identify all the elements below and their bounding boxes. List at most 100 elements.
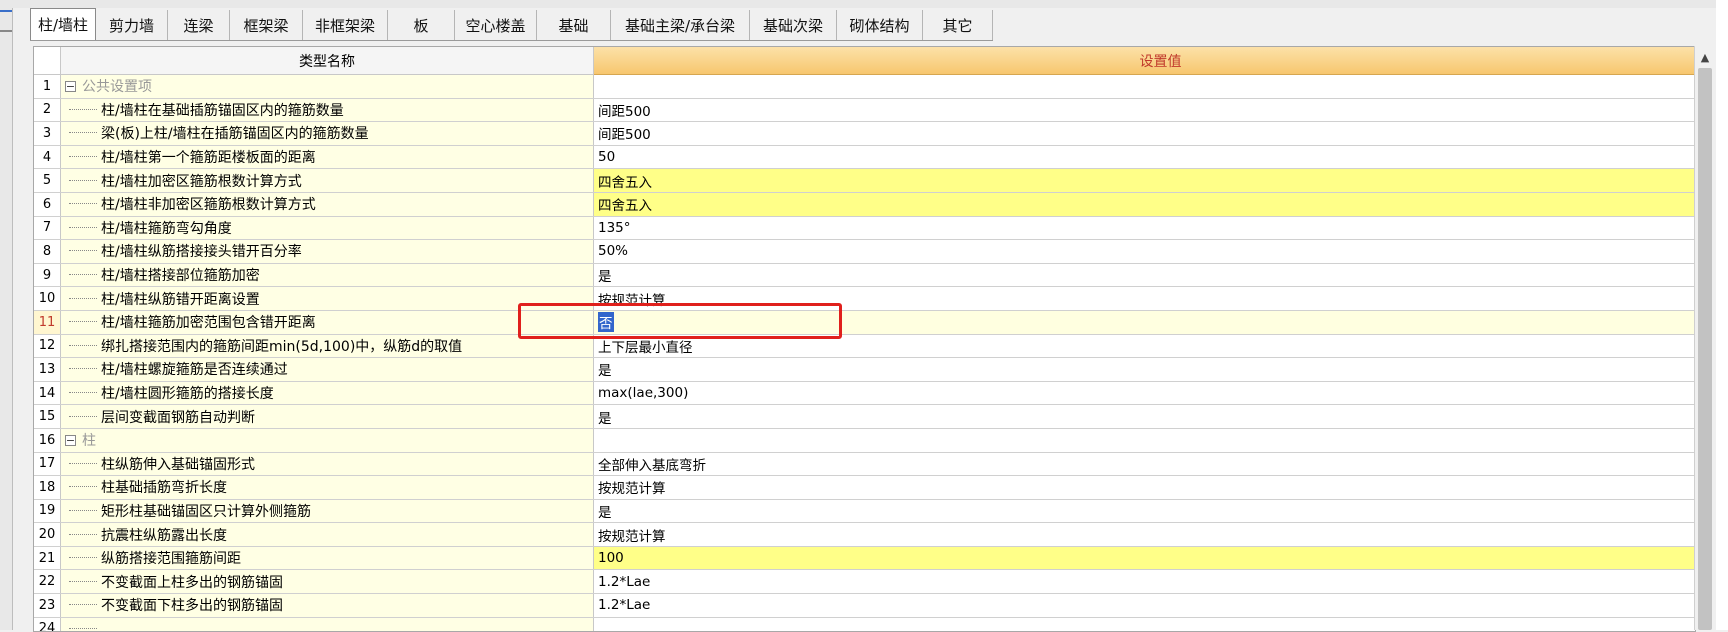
value-combobox[interactable]: 否⌵ xyxy=(594,310,1695,334)
row-type-name: 柱/墙柱纵筋错开距离设置 xyxy=(61,287,594,310)
row-value[interactable] xyxy=(594,429,1695,452)
row-type-name: 柱/墙柱搭接部位箍筋加密 xyxy=(61,263,594,287)
row-type-name: 矩形柱基础锚固区只计算外侧箍筋 xyxy=(61,499,594,523)
table-row[interactable]: 17 柱纵筋伸入基础锚固形式 全部伸入基底弯折 xyxy=(34,452,1695,477)
tab-0[interactable]: 柱/墙柱 xyxy=(30,8,96,40)
row-value[interactable] xyxy=(594,75,1695,98)
row-type-name: 柱/墙柱第一个箍筋距楼板面的距离 xyxy=(61,145,594,169)
row-number: 18 xyxy=(34,476,61,499)
table-row[interactable]: 5 柱/墙柱加密区箍筋根数计算方式 四舍五入 xyxy=(34,169,1695,193)
row-type-name: 柱/墙柱在基础插筋锚固区内的箍筋数量 xyxy=(61,98,594,122)
tab-7[interactable]: 基础 xyxy=(537,10,611,40)
collapse-icon[interactable]: − xyxy=(65,434,76,446)
table-row[interactable]: 22 不变截面上柱多出的钢筋锚固 1.2*Lae xyxy=(34,570,1695,595)
tree-connector xyxy=(69,462,97,465)
tab-6[interactable]: 空心楼盖 xyxy=(455,10,537,40)
row-number: 20 xyxy=(34,523,61,546)
edge-marker xyxy=(0,30,12,32)
row-value[interactable]: 是 xyxy=(594,358,1695,381)
row-value[interactable]: 按规范计算 xyxy=(594,476,1695,499)
row-value[interactable]: 135° xyxy=(594,217,1695,240)
value-text: max(lae,300) xyxy=(598,385,689,402)
table-row[interactable]: 6 柱/墙柱非加密区箍筋根数计算方式 四舍五入 xyxy=(34,192,1695,217)
tab-3[interactable]: 框架梁 xyxy=(230,10,303,40)
scrollbar-thumb[interactable] xyxy=(1698,68,1712,630)
row-value[interactable]: 按规范计算 xyxy=(594,287,1695,310)
row-type-name: 抗震柱纵筋露出长度 xyxy=(61,523,594,546)
table-row[interactable]: 11 柱/墙柱箍筋加密范围包含错开距离 否⌵ xyxy=(34,310,1695,335)
row-number: 3 xyxy=(34,122,61,145)
row-number: 21 xyxy=(34,546,61,570)
row-value[interactable]: 四舍五入 xyxy=(594,192,1695,216)
group-row[interactable]: 16− 柱 xyxy=(34,428,1695,453)
tab-11[interactable]: 其它 xyxy=(923,10,993,40)
row-value[interactable]: 间距500 xyxy=(594,99,1695,122)
tab-4[interactable]: 非框架梁 xyxy=(303,10,388,40)
column-header-value[interactable]: 设置值 xyxy=(594,47,1695,75)
row-value[interactable]: 是 xyxy=(594,264,1695,287)
tree-connector xyxy=(69,132,97,134)
row-label: 柱基础插筋弯折长度 xyxy=(101,480,227,497)
table-row[interactable]: 14 柱/墙柱圆形箍筋的搭接长度 max(lae,300) xyxy=(34,381,1695,406)
row-number: 2 xyxy=(34,98,61,122)
scroll-up-icon[interactable]: ▲ xyxy=(1697,50,1713,64)
row-type-name: 柱/墙柱箍筋加密范围包含错开距离 xyxy=(61,310,594,334)
vertical-scrollbar[interactable]: ▲ xyxy=(1694,46,1715,630)
tab-9[interactable]: 基础次梁 xyxy=(750,10,837,40)
value-text: 是 xyxy=(598,363,612,380)
tab-5[interactable]: 板 xyxy=(388,10,455,40)
table-row[interactable]: 8 柱/墙柱纵筋搭接接头错开百分率 50% xyxy=(34,240,1695,264)
tree-connector xyxy=(69,274,97,276)
tab-2[interactable]: 连梁 xyxy=(168,10,230,40)
tab-1[interactable]: 剪力墙 xyxy=(96,10,168,40)
row-value[interactable]: 是 xyxy=(594,405,1695,428)
table-row[interactable]: 23 不变截面下柱多出的钢筋锚固 1.2*Lae xyxy=(34,594,1695,618)
row-value[interactable]: 50% xyxy=(594,240,1695,263)
table-row[interactable]: 19 矩形柱基础锚固区只计算外侧箍筋 是 xyxy=(34,499,1695,524)
row-value[interactable]: 是 xyxy=(594,500,1695,523)
table-row[interactable]: 7 柱/墙柱箍筋弯勾角度 135° xyxy=(34,216,1695,241)
grid-rows: 1− 公共设置项 2 柱/墙柱在基础插筋锚固区内的箍筋数量 间距500 3 梁(板)上柱/墙… xyxy=(34,75,1695,631)
row-value[interactable]: max(lae,300) xyxy=(594,382,1695,405)
row-number: 22 xyxy=(34,570,61,594)
row-value[interactable]: 按规范计算 xyxy=(594,523,1695,546)
table-row[interactable]: 20 抗震柱纵筋露出长度 按规范计算 xyxy=(34,523,1695,547)
tree-connector xyxy=(69,297,97,300)
category-tabbar: 柱/墙柱 剪力墙 连梁 框架梁 非框架梁板空心楼盖 基础 基础主梁/承台梁 基础次梁 砌体结构其… xyxy=(30,8,993,41)
value-text: 是 xyxy=(598,410,612,427)
row-value[interactable]: 1.2*Lae xyxy=(594,594,1695,617)
table-row[interactable]: 12 绑扎搭接范围内的箍筋间距min(5d,100)中，纵筋d的取值 上下层最小直径 xyxy=(34,334,1695,359)
row-value[interactable]: 上下层最小直径 xyxy=(594,335,1695,358)
table-row[interactable]: 21 纵筋搭接范围箍筋间距 100 xyxy=(34,546,1695,571)
row-value[interactable]: 四舍五入 xyxy=(594,169,1695,192)
table-row[interactable]: 3 梁(板)上柱/墙柱在插筋锚固区内的箍筋数量 间距500 xyxy=(34,122,1695,146)
row-label: 矩形柱基础锚固区只计算外侧箍筋 xyxy=(101,503,311,520)
row-value[interactable]: 100 xyxy=(594,546,1695,570)
settings-grid: 类型名称 设置值 1− 公共设置项 2 柱/墙柱在基础插筋锚固区内的箍筋数量 间距500… xyxy=(33,46,1696,632)
row-label: 纵筋搭接范围箍筋间距 xyxy=(101,551,241,568)
row-number: 4 xyxy=(34,145,61,169)
row-type-name: 柱/墙柱箍筋弯勾角度 xyxy=(61,216,594,240)
table-row[interactable]: 10 柱/墙柱纵筋错开距离设置 按规范计算 xyxy=(34,287,1695,311)
edge-marker xyxy=(0,10,12,12)
table-row[interactable]: 9 柱/墙柱搭接部位箍筋加密 是 xyxy=(34,263,1695,288)
tab-10[interactable]: 砌体结构 xyxy=(837,10,923,40)
value-text: 按规范计算 xyxy=(598,481,666,498)
row-value[interactable]: 全部伸入基底弯折 xyxy=(594,453,1695,476)
tree-connector xyxy=(69,108,97,111)
row-value[interactable]: 50 xyxy=(594,146,1695,169)
collapse-icon[interactable]: − xyxy=(65,80,76,92)
row-label: 柱/墙柱箍筋弯勾角度 xyxy=(101,220,232,237)
tree-connector xyxy=(69,415,97,418)
tab-8[interactable]: 基础主梁/承台梁 xyxy=(611,10,750,40)
table-row[interactable]: 15 层间变截面钢筋自动判断 是 xyxy=(34,405,1695,429)
group-row[interactable]: 1− 公共设置项 xyxy=(34,75,1695,99)
row-type-name: 纵筋搭接范围箍筋间距 xyxy=(61,546,594,570)
table-row[interactable]: 13 柱/墙柱螺旋箍筋是否连续通过 是 xyxy=(34,358,1695,382)
row-value[interactable]: 间距500 xyxy=(594,122,1695,145)
table-row[interactable]: 2 柱/墙柱在基础插筋锚固区内的箍筋数量 间距500 xyxy=(34,98,1695,123)
table-row[interactable]: 4 柱/墙柱第一个箍筋距楼板面的距离 50 xyxy=(34,145,1695,170)
row-value[interactable]: 1.2*Lae xyxy=(594,570,1695,593)
table-row[interactable]: 18 柱基础插筋弯折长度 按规范计算 xyxy=(34,476,1695,500)
column-header-name[interactable]: 类型名称 xyxy=(61,47,594,75)
